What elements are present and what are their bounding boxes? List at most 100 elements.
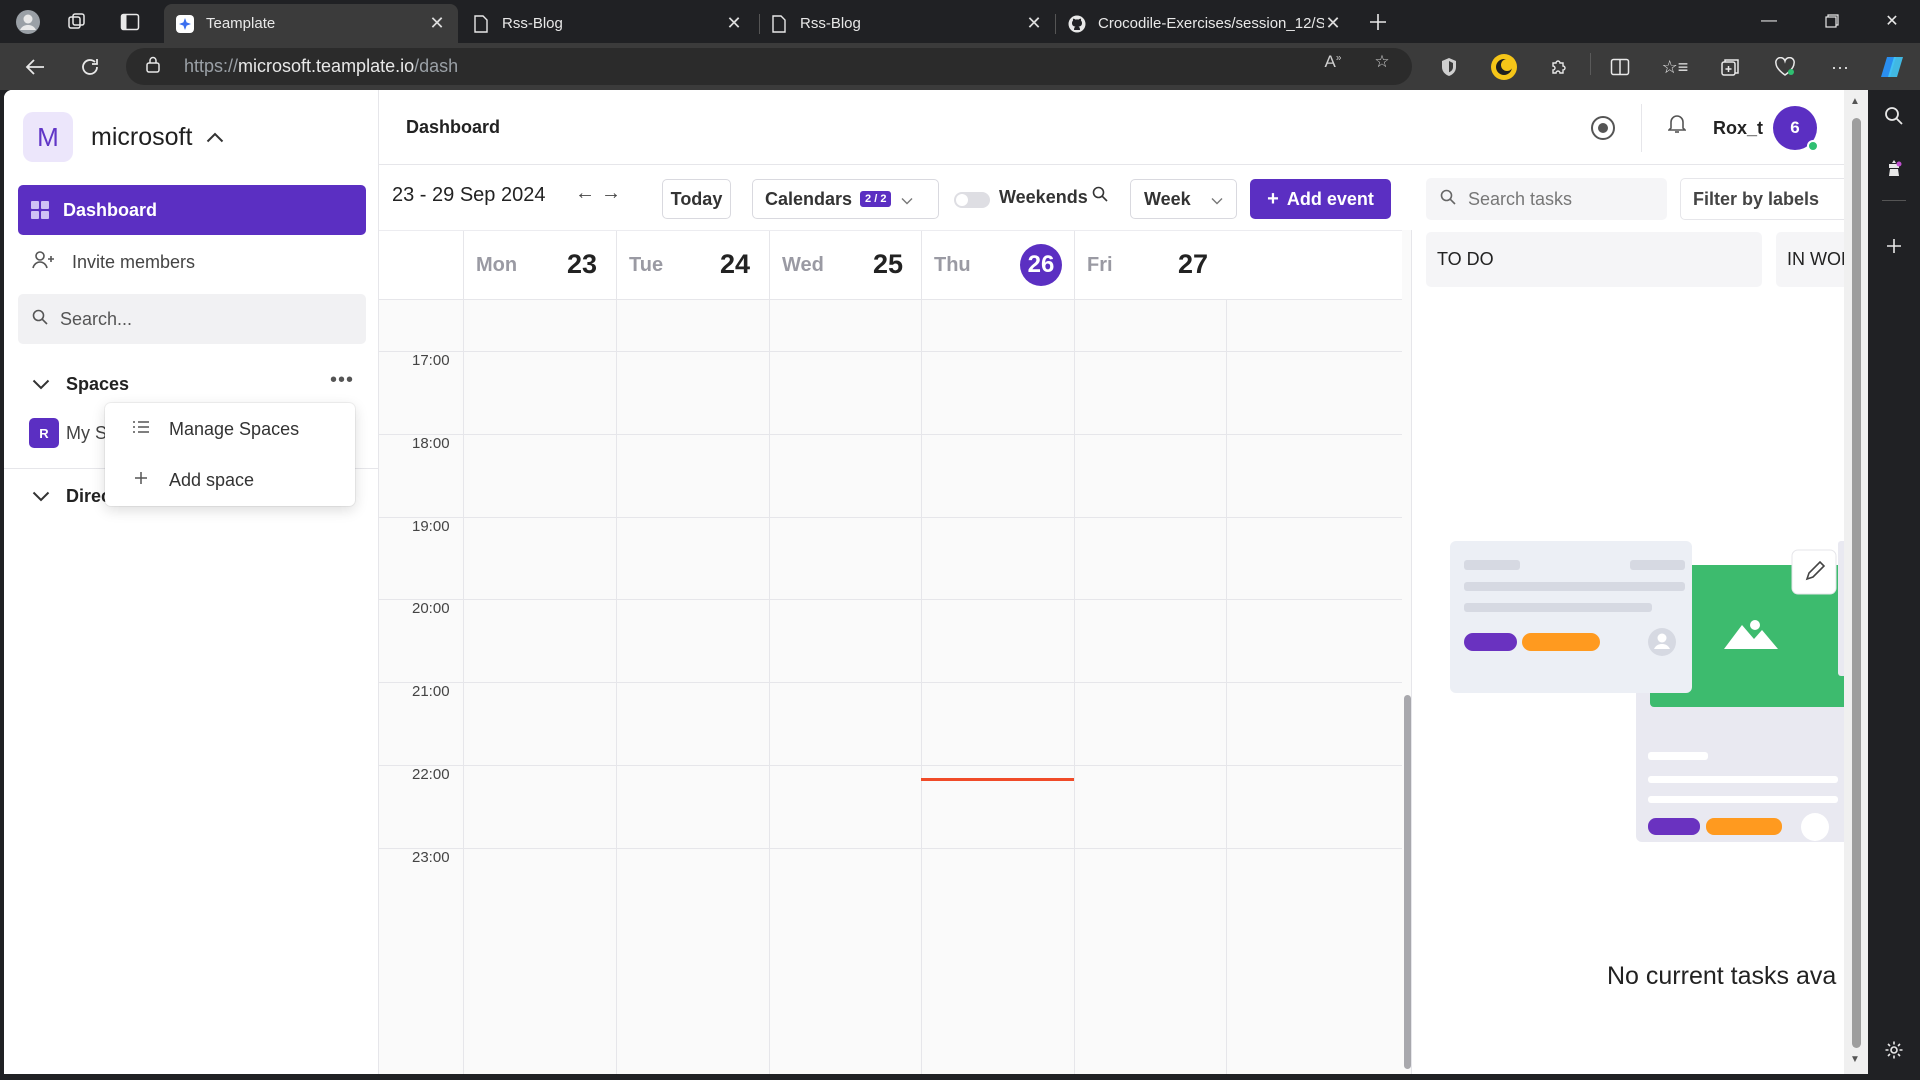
- sidebar-item-dashboard[interactable]: Dashboard: [18, 185, 366, 235]
- day-column-header[interactable]: Tue 24: [616, 231, 768, 300]
- more-options-icon[interactable]: •••: [330, 369, 354, 392]
- favorites-icon[interactable]: ☆≡: [1661, 53, 1689, 81]
- lock-icon[interactable]: [146, 56, 166, 77]
- search-icon[interactable]: [1092, 186, 1108, 207]
- arrow-right-icon[interactable]: →: [601, 182, 627, 204]
- scrollbar-thumb[interactable]: [1852, 118, 1861, 1048]
- search-icon[interactable]: [1882, 104, 1906, 128]
- weekends-toggle[interactable]: [954, 192, 990, 208]
- close-icon[interactable]: ✕: [1025, 13, 1043, 34]
- chevron-down-icon[interactable]: [32, 486, 52, 507]
- github-icon: [1068, 15, 1086, 33]
- chevron-down-icon[interactable]: [32, 374, 52, 395]
- url-path: /dash: [414, 56, 459, 76]
- workspaces-icon[interactable]: [63, 8, 91, 36]
- space-name: My S: [66, 422, 108, 443]
- day-column-header[interactable]: Mon 23: [463, 231, 615, 300]
- close-icon[interactable]: ✕: [428, 13, 446, 34]
- day-number: 27: [1177, 249, 1208, 279]
- spaces-section-header[interactable]: Spaces: [32, 374, 129, 395]
- chevron-up-icon[interactable]: [206, 127, 224, 148]
- online-status-dot: [1807, 140, 1819, 152]
- empty-state-message: No current tasks ava: [1607, 962, 1837, 990]
- add-user-icon: [32, 250, 56, 275]
- more-options-icon[interactable]: ···: [1826, 53, 1854, 81]
- settings-gear-icon[interactable]: [1882, 1038, 1906, 1062]
- calendar-scrollbar[interactable]: [1403, 165, 1412, 1074]
- teamplate-favicon-icon: [176, 14, 194, 33]
- grid-column-line: [921, 300, 922, 1074]
- calendar-time-grid[interactable]: 17:00 18:00 19:00 20:00 21:00 22:00 23:0…: [379, 300, 1402, 1074]
- browser-essentials-icon[interactable]: [1771, 53, 1799, 81]
- day-number: 24: [719, 249, 750, 279]
- page-scrollbar[interactable]: ▲ ▼: [1844, 90, 1868, 1074]
- close-icon[interactable]: ✕: [725, 13, 743, 34]
- url-domain: microsoft.teamplate.io: [238, 56, 415, 76]
- read-aloud-icon[interactable]: A»: [1320, 52, 1346, 72]
- chevron-down-icon: [901, 189, 913, 210]
- tab-rss-blog-2[interactable]: Rss-Blog ✕: [758, 4, 1055, 43]
- toolbar-divider: [1590, 53, 1591, 75]
- back-icon[interactable]: [20, 52, 50, 82]
- address-bar[interactable]: https://microsoft.teamplate.io/dash: [126, 48, 1412, 85]
- day-column-header[interactable]: Wed 25: [769, 231, 921, 300]
- close-icon[interactable]: ✕: [1324, 13, 1342, 34]
- extensions-puzzle-icon[interactable]: [1545, 53, 1573, 81]
- bell-icon[interactable]: [1665, 114, 1689, 138]
- calendar-toolbar: 23 - 29 Sep 2024 ←→ Today Calendars 2 / …: [379, 165, 1412, 230]
- space-item[interactable]: R My S: [29, 418, 107, 448]
- browser-toolbar: https://microsoft.teamplate.io/dash A» ☆…: [0, 43, 1920, 90]
- time-label: 20:00: [412, 600, 450, 617]
- copilot-icon[interactable]: [1878, 53, 1906, 81]
- date-range: 23 - 29 Sep 2024: [392, 184, 546, 206]
- shield-extension-icon[interactable]: [1435, 53, 1463, 81]
- invite-members-button[interactable]: Invite members: [32, 250, 195, 275]
- games-icon[interactable]: [1882, 156, 1906, 180]
- tasks-panel: Search tasks Filter by labels TO DO IN W…: [1412, 165, 1844, 1074]
- tab-actions-icon[interactable]: [116, 8, 144, 36]
- add-icon[interactable]: [1882, 234, 1906, 258]
- extension-moon-icon[interactable]: [1490, 53, 1518, 81]
- menu-item-add-space[interactable]: Add space: [105, 455, 355, 505]
- time-label: 22:00: [412, 766, 450, 783]
- record-icon[interactable]: [1591, 116, 1615, 140]
- add-event-label: Add event: [1286, 188, 1374, 209]
- username[interactable]: Rox_t: [1713, 118, 1763, 139]
- restore-icon[interactable]: [1809, 6, 1855, 36]
- search-icon: [32, 309, 48, 330]
- refresh-icon[interactable]: [75, 52, 105, 82]
- direct-section-header[interactable]: Direc: [32, 486, 111, 507]
- profile-icon[interactable]: [14, 8, 42, 36]
- tab-teamplate[interactable]: Teamplate ✕: [164, 4, 458, 43]
- add-event-button[interactable]: + Add event: [1250, 179, 1391, 219]
- workspace-switcher[interactable]: M microsoft: [23, 112, 224, 162]
- scroll-down-icon[interactable]: ▼: [1850, 1054, 1860, 1065]
- day-column-header-today[interactable]: Thu 26: [921, 231, 1074, 300]
- new-tab-icon[interactable]: [1364, 8, 1392, 36]
- view-select[interactable]: Week: [1130, 179, 1237, 219]
- tab-title: Crocodile-Exercises/session_12/S: [1098, 15, 1324, 32]
- minimize-icon[interactable]: —: [1746, 6, 1792, 36]
- scroll-up-icon[interactable]: ▲: [1850, 96, 1860, 107]
- day-column-header[interactable]: Fri 27: [1074, 231, 1226, 300]
- time-label: 21:00: [412, 683, 450, 700]
- day-name: Fri: [1087, 254, 1113, 276]
- plus-icon: [129, 471, 153, 489]
- menu-item-label: Manage Spaces: [169, 418, 300, 439]
- calendars-dropdown[interactable]: Calendars 2 / 2: [752, 179, 939, 219]
- menu-item-label: Add space: [169, 469, 255, 490]
- today-button[interactable]: Today: [662, 179, 731, 219]
- collections-icon[interactable]: [1716, 53, 1744, 81]
- split-screen-icon[interactable]: [1606, 53, 1634, 81]
- tab-rss-blog-1[interactable]: Rss-Blog ✕: [460, 4, 755, 43]
- menu-item-manage-spaces[interactable]: Manage Spaces: [105, 404, 355, 454]
- sidebar-search-input[interactable]: Search...: [18, 294, 366, 344]
- grid-hour-line: [379, 517, 1402, 518]
- window-close-icon[interactable]: ✕: [1869, 6, 1915, 36]
- arrow-left-icon[interactable]: ←: [575, 182, 601, 204]
- favorite-star-icon[interactable]: ☆: [1369, 52, 1395, 72]
- tab-github[interactable]: Crocodile-Exercises/session_12/S ✕: [1056, 4, 1354, 43]
- day-number: 25: [872, 249, 903, 279]
- day-name: Thu: [934, 254, 971, 276]
- page-title: Dashboard: [406, 117, 501, 137]
